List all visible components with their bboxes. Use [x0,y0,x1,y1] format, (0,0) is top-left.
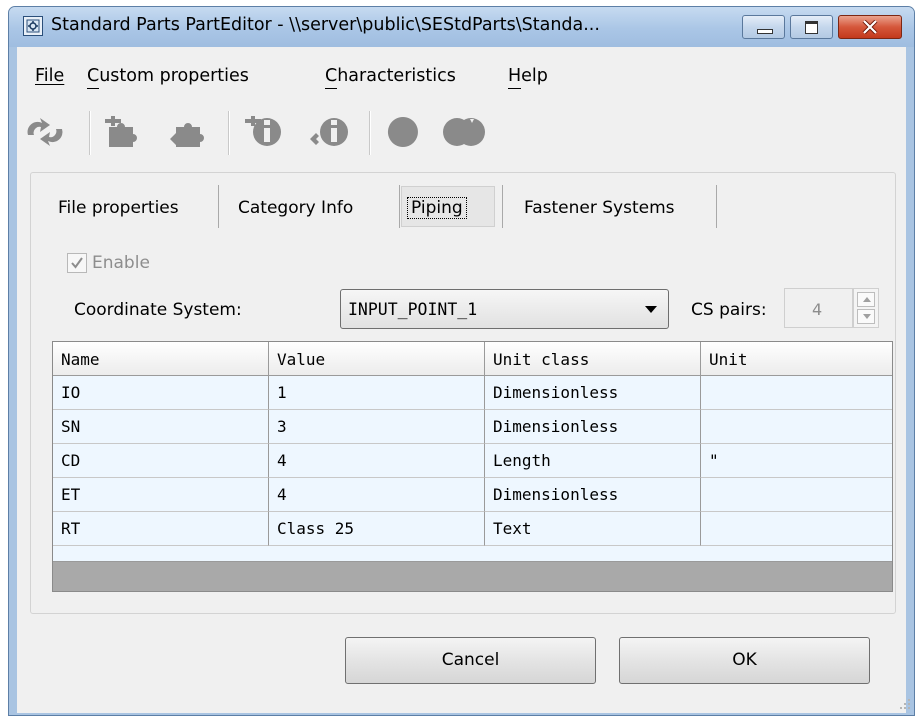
table-cell[interactable] [701,478,892,512]
tab-separator [502,185,503,228]
table-cell[interactable]: 4 [269,444,485,478]
enable-checkbox[interactable] [67,253,87,273]
maximize-button[interactable] [790,15,833,39]
table-cell[interactable]: 4 [269,478,485,512]
table-cell[interactable]: " [701,444,892,478]
table-cell[interactable] [701,410,892,444]
cs-pairs-value: 4 [812,300,823,319]
coordinate-system-value: INPUT_POINT_1 [348,300,478,319]
tab-separator [399,185,400,228]
puzzle-add-icon[interactable] [103,115,143,149]
window-title: Standard Parts PartEditor - \\server\pub… [51,15,600,35]
menu-characteristics[interactable]: Characteristics [325,66,456,86]
close-button[interactable] [838,15,902,39]
puzzle-remove-icon[interactable] [168,115,210,149]
enable-label: Enable [92,253,150,273]
table-cell[interactable]: Class 25 [269,512,485,546]
table-cell[interactable]: RT [53,512,269,546]
characteristics-grid[interactable]: Name Value Unit class Unit IO 1 Dimensio… [52,341,893,592]
column-header-unit-class[interactable]: Unit class [485,342,701,376]
spin-down-button[interactable] [857,309,875,324]
info-remove-icon[interactable] [308,115,352,149]
ok-button[interactable]: OK [619,637,870,684]
cs-pairs-label: CS pairs: [691,300,767,320]
info-add-icon[interactable] [243,115,285,149]
table-cell[interactable]: Dimensionless [485,478,701,512]
tab-category-info[interactable]: Category Info [238,198,353,218]
table-cell[interactable] [701,376,892,410]
tab-separator [218,185,219,228]
toolbar-separator [89,111,91,155]
minimize-button[interactable] [742,15,785,39]
mnemonic-underline [87,88,99,89]
mnemonic-underline [508,88,521,89]
table-cell[interactable]: CD [53,444,269,478]
tab-separator [716,185,717,228]
table-cell[interactable]: ET [53,478,269,512]
chevron-down-icon [863,314,871,319]
table-cell[interactable] [701,512,892,546]
menu-help[interactable]: Help [508,66,548,86]
resize-grip-icon[interactable] [898,697,912,711]
table-cell[interactable]: Text [485,512,701,546]
table-cell[interactable]: IO [53,376,269,410]
circle-icon[interactable] [383,115,423,149]
menu-custom-properties[interactable]: Custom properties [87,66,249,86]
minimize-icon [757,29,773,34]
refresh-icon[interactable] [24,115,66,149]
table-cell[interactable]: SN [53,410,269,444]
toolbar-separator [369,111,371,155]
table-cell[interactable]: Length [485,444,701,478]
new-row[interactable] [53,546,892,562]
mnemonic-underline [325,88,337,89]
column-header-name[interactable]: Name [53,342,269,376]
tab-fastener-systems[interactable]: Fastener Systems [524,198,675,218]
maximize-icon [805,21,818,34]
column-header-value[interactable]: Value [269,342,485,376]
chevron-down-icon[interactable] [645,306,657,313]
table-cell[interactable]: 1 [269,376,485,410]
chevron-up-icon [863,297,871,302]
tab-piping[interactable]: Piping [407,197,467,219]
double-circle-icon[interactable] [440,115,488,149]
checkmark-icon [71,257,83,269]
coordinate-system-label: Coordinate System: [74,300,242,320]
table-cell[interactable]: 3 [269,410,485,444]
cancel-button[interactable]: Cancel [345,637,596,684]
tab-file-properties[interactable]: File properties [58,198,179,218]
cs-pairs-spinner[interactable] [853,288,879,328]
menu-file[interactable]: File [35,66,64,86]
toolbar-separator [228,111,230,155]
column-header-unit[interactable]: Unit [701,342,892,376]
table-cell[interactable]: Dimensionless [485,410,701,444]
tab-piping-label: Piping [407,197,467,219]
table-cell[interactable]: Dimensionless [485,376,701,410]
spin-up-button[interactable] [857,292,875,307]
close-icon [862,20,878,34]
app-icon[interactable] [23,16,43,36]
